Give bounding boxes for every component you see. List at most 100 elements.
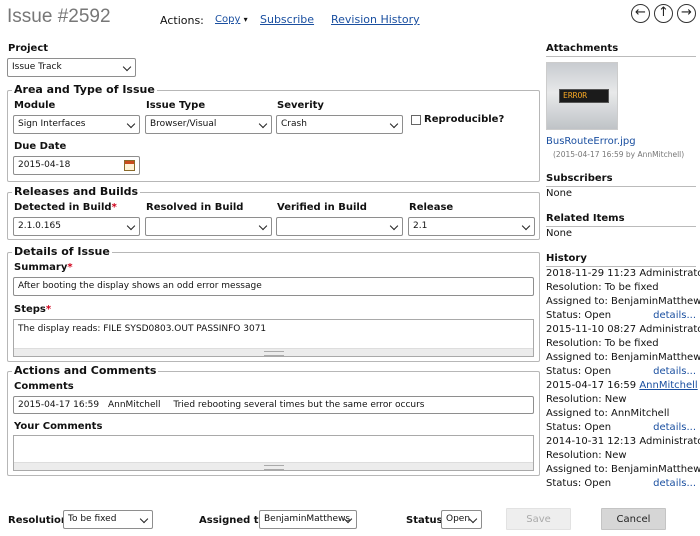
issue-type-select-value: Browser/Visual [150,119,217,129]
summary-value: After booting the display shows an odd e… [18,281,262,291]
history-assigned: Assigned to: BenjaminMatthews [546,464,700,475]
history-when: 2015-04-17 16:59 [546,380,637,391]
history-assigned: Assigned to: BenjaminMatthews [546,352,700,363]
history-who-link[interactable]: AnnMitchell [639,380,697,391]
history-status: Status: Open [546,366,612,377]
attachments-heading: Attachments [546,43,696,57]
area-type-legend: Area and Type of Issue [12,83,157,97]
reproducible-checkbox[interactable] [411,115,421,125]
related-items-heading: Related Items [546,213,696,227]
history-assigned: Assigned to: BenjaminMatthews [546,296,700,307]
calendar-icon[interactable] [124,160,135,171]
summary-label: Summary* [14,262,73,273]
release-value: 2.1 [413,221,428,231]
copy-link[interactable]: Copy [215,14,240,25]
release-select[interactable]: 2.1 [408,217,535,236]
required-marker: * [45,304,52,315]
summary-input[interactable]: After booting the display shows an odd e… [13,277,534,296]
history-who: Administrator [639,436,700,447]
detected-build-select[interactable]: 2.1.0.165 [13,217,140,236]
history-resolution: Resolution: To be fixed [546,338,659,349]
history-who: Administrator [639,324,700,335]
history-assigned: Assigned to: AnnMitchell [546,408,670,419]
up-arrow-icon[interactable]: ↑ [654,4,673,23]
save-button[interactable]: Save [506,508,571,530]
history-entry-header: 2014-10-31 12:13 Administrator [546,435,700,449]
severity-label: Severity [277,100,324,111]
issue-type-select[interactable]: Browser/Visual [145,115,272,134]
history-resolution: Resolution: New [546,450,627,461]
copy-menu[interactable]: Copy ▾ [215,14,248,25]
verified-build-select[interactable] [276,217,403,236]
attachment-sign-display: ERROR [559,89,609,103]
project-select[interactable]: Issue Track [7,58,136,77]
module-select-value: Sign Interfaces [18,119,86,129]
history-status: Status: Open [546,310,612,321]
comments-list: 2015-04-17 16:59 AnnMitchell Tried reboo… [13,396,534,414]
cancel-button[interactable]: Cancel [601,508,666,530]
history-entry-header: 2018-11-29 11:23 Administrator [546,267,700,281]
subscribers-heading: Subscribers [546,173,696,187]
due-date-label: Due Date [14,141,67,152]
status-value: Open [446,514,471,524]
attachment-meta: (2015-04-17 16:59 by AnnMitchell) [553,150,685,159]
severity-select[interactable]: Crash [276,115,403,134]
required-marker: * [111,202,117,213]
history-entry-header: 2015-04-17 16:59 AnnMitchell [546,379,698,393]
history-entry: 2014-10-31 12:13 Administrator Resolutio… [546,435,700,491]
your-comments-label: Your Comments [14,421,103,432]
project-select-value: Issue Track [12,62,62,72]
history-when: 2015-11-10 08:27 [546,324,637,335]
comments-label: Comments [14,381,74,392]
comment-date: 2015-04-17 16:59 [18,400,100,410]
steps-value: The display reads: FILE SYSD0803.OUT PAS… [18,324,267,334]
module-select[interactable]: Sign Interfaces [13,115,140,134]
history-details-link[interactable]: details... [653,365,696,379]
your-comments-textarea[interactable] [13,435,534,471]
subscribers-value: None [546,188,573,199]
history-details-link[interactable]: details... [653,421,696,435]
history-entry: 2015-11-10 08:27 Administrator Resolutio… [546,323,700,379]
project-label: Project [8,43,49,54]
reproducible-label: Reproducible? [424,114,505,125]
releases-legend: Releases and Builds [12,185,141,199]
history-entry: 2018-11-29 11:23 Administrator Resolutio… [546,267,700,323]
history-heading: History [546,253,696,267]
due-date-input[interactable]: 2015-04-18 [13,156,140,175]
actions-legend: Actions and Comments [12,364,159,378]
history-details-link[interactable]: details... [653,477,696,491]
history-resolution: Resolution: To be fixed [546,282,659,293]
history-entry-header: 2015-11-10 08:27 Administrator [546,323,700,337]
forward-arrow-icon[interactable]: → [677,4,696,23]
related-items-value: None [546,228,573,239]
steps-label: Steps* [14,304,51,315]
detected-label-text: Detected in Build [14,202,112,213]
due-date-value: 2015-04-18 [18,160,71,170]
history-status: Status: Open [546,422,612,433]
history-details-link[interactable]: details... [653,309,696,323]
steps-textarea[interactable]: The display reads: FILE SYSD0803.OUT PAS… [13,319,534,357]
resolution-select[interactable]: To be fixed [63,510,153,529]
verified-label: Verified in Build [277,202,367,213]
status-select[interactable]: Open [441,510,482,529]
assigned-select[interactable]: BenjaminMatthews [259,510,357,529]
dropdown-caret-icon: ▾ [243,15,248,24]
resolved-label: Resolved in Build [146,202,244,213]
attachment-sign-text: ERROR [563,91,588,100]
steps-label-text: Steps [14,304,46,315]
required-marker: * [67,262,73,273]
attachment-link[interactable]: BusRouteError.jpg [546,136,636,147]
resize-handle[interactable] [14,348,533,356]
assigned-value: BenjaminMatthews [264,514,351,524]
resolved-build-select[interactable] [145,217,272,236]
detected-build-value: 2.1.0.165 [18,221,61,231]
attachment-thumbnail[interactable]: ERROR [546,62,618,130]
subscribe-link[interactable]: Subscribe [260,13,314,26]
history-resolution: Resolution: New [546,394,627,405]
summary-label-text: Summary [14,262,68,273]
back-arrow-icon[interactable]: ← [631,4,650,23]
revision-history-link[interactable]: Revision History [331,13,420,26]
history-when: 2018-11-29 11:23 [546,268,637,279]
resize-handle[interactable] [14,462,533,470]
issue-type-label: Issue Type [146,100,206,111]
